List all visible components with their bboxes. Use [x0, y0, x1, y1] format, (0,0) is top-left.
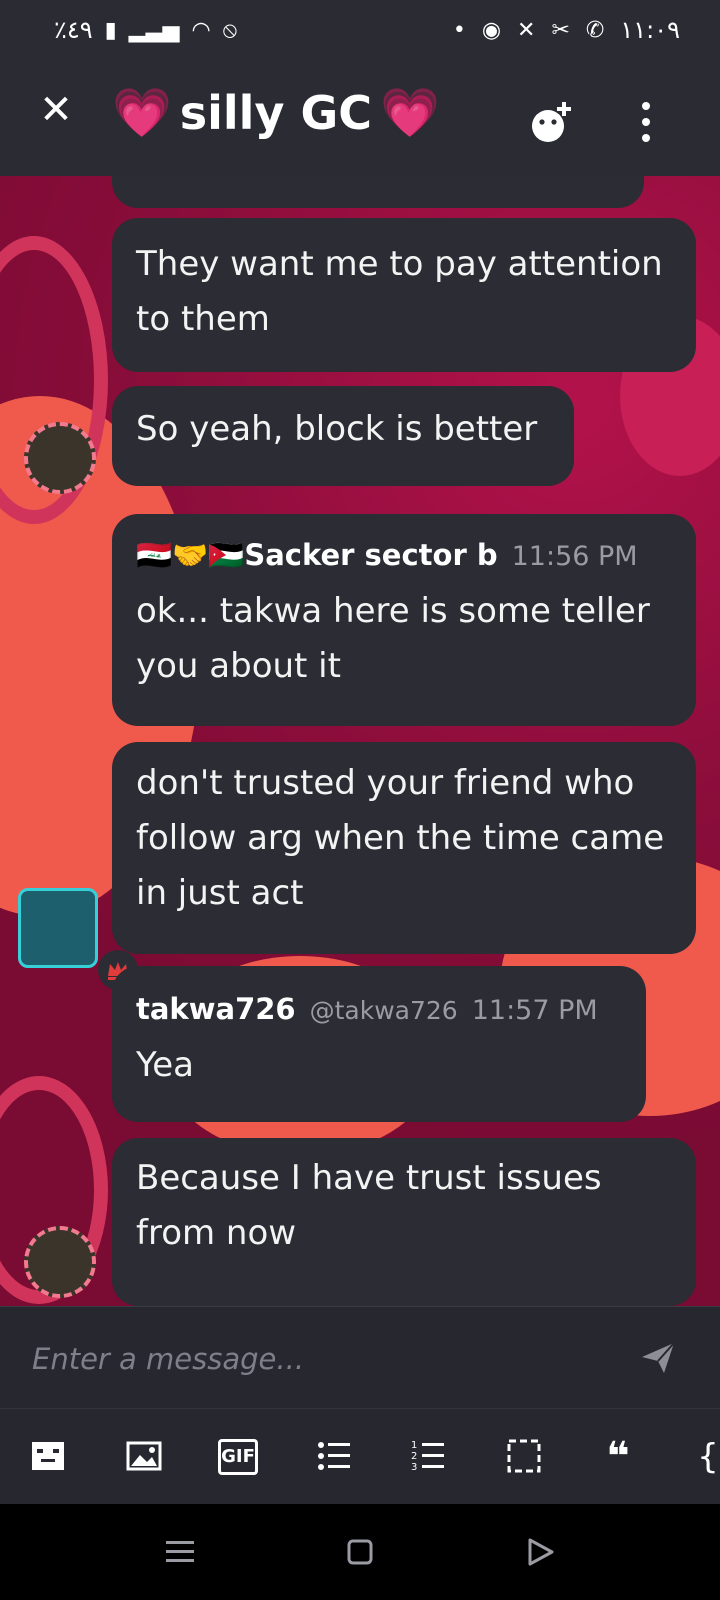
code-button[interactable]: { [688, 1437, 720, 1477]
back-icon[interactable] [520, 1532, 560, 1572]
heart-icon: 💗 [112, 85, 172, 141]
message-text: don't trusted your friend who follow arg… [136, 763, 665, 913]
navigation-bar [0, 1504, 720, 1600]
gif-button[interactable]: GIF [218, 1437, 258, 1477]
mute-icon: ⦸ [222, 17, 238, 43]
user-handle: @takwa726 [309, 996, 458, 1025]
message-text: Because I have trust issues from now [136, 1158, 602, 1253]
message-bubble-partial [112, 176, 644, 208]
svg-text:2: 2 [411, 1451, 417, 1462]
chat-area[interactable]: They want me to pay attention to them So… [0, 176, 720, 1306]
image-button[interactable] [124, 1437, 164, 1477]
message-text: So yeah, block is better [136, 409, 538, 449]
dot-icon: • [452, 17, 466, 43]
bullet-list-icon [318, 1442, 350, 1470]
wifi-icon: ◠ [191, 17, 211, 43]
message-composer [0, 1306, 720, 1409]
message-time: 11:57 PM [471, 995, 598, 1026]
message-text: ok... takwa here is some teller you abou… [136, 591, 650, 686]
user-avatar[interactable] [18, 888, 98, 968]
close-button[interactable]: ✕ [36, 90, 76, 130]
image-icon [126, 1441, 162, 1471]
status-left: ٪٤٩ ▮ ▂▃▅ ◠ ⦸ [54, 16, 237, 44]
status-right: • ◉ ✕ ✂ ✆ ١١:٠٩ [453, 16, 680, 44]
heart-icon: 💗 [379, 85, 440, 141]
bullet-list-button[interactable] [314, 1437, 354, 1477]
quote-button[interactable]: ❝ [598, 1437, 638, 1477]
spoiler-button[interactable] [28, 1437, 68, 1477]
user-avatar[interactable] [24, 422, 96, 494]
message-meta: takwa726 @takwa726 11:57 PM [136, 992, 598, 1026]
send-icon[interactable] [638, 1337, 678, 1377]
gif-icon: GIF [218, 1439, 258, 1475]
battery-icon: ▮ [104, 17, 117, 43]
chat-title: 💗 silly GC 💗 [112, 84, 440, 141]
message-meta: 🇮🇶🤝🇯🇴Sacker sector b 11:56 PM [136, 538, 638, 573]
username[interactable]: 🇮🇶🤝🇯🇴Sacker sector b [136, 538, 498, 573]
formatting-toolbar: GIF 1 2 3 ❝ { [0, 1408, 720, 1505]
home-icon[interactable] [340, 1532, 380, 1572]
more-options-button[interactable] [636, 102, 656, 142]
svg-text:3: 3 [411, 1462, 417, 1473]
clock: ١١:٠٩ [620, 16, 680, 44]
battery-percent: ٪٤٩ [54, 16, 93, 44]
whatsapp-icon: ✆ [585, 17, 605, 43]
message-text: Yea [136, 1045, 195, 1085]
selection-button[interactable] [504, 1437, 544, 1477]
status-bar: ٪٤٩ ▮ ▂▃▅ ◠ ⦸ • ◉ ✕ ✂ ✆ ١١:٠٩ [0, 0, 720, 62]
username[interactable]: takwa726 [136, 992, 296, 1026]
dashed-box-icon [507, 1439, 541, 1473]
numbered-list-icon: 1 2 3 [411, 1440, 444, 1473]
menu-icon[interactable] [160, 1532, 200, 1572]
message-time: 11:56 PM [511, 541, 638, 572]
chat-header: ✕ 💗 silly GC 💗 [0, 62, 720, 176]
numbered-list-button[interactable]: 1 2 3 [408, 1437, 448, 1477]
app-icon: ◉ [481, 17, 502, 43]
add-member-button[interactable] [528, 100, 574, 146]
signal-icon: ▂▃▅ [128, 17, 180, 43]
svg-text:1: 1 [411, 1440, 417, 1451]
spoiler-icon [32, 1442, 64, 1470]
scissors-icon: ✂ [551, 17, 570, 43]
capcut-icon: ✕ [517, 17, 536, 43]
user-avatar[interactable] [24, 1226, 96, 1298]
message-text: They want me to pay attention to them [136, 244, 663, 339]
chat-title-text: silly GC [179, 85, 372, 140]
message-input[interactable] [30, 1333, 594, 1385]
